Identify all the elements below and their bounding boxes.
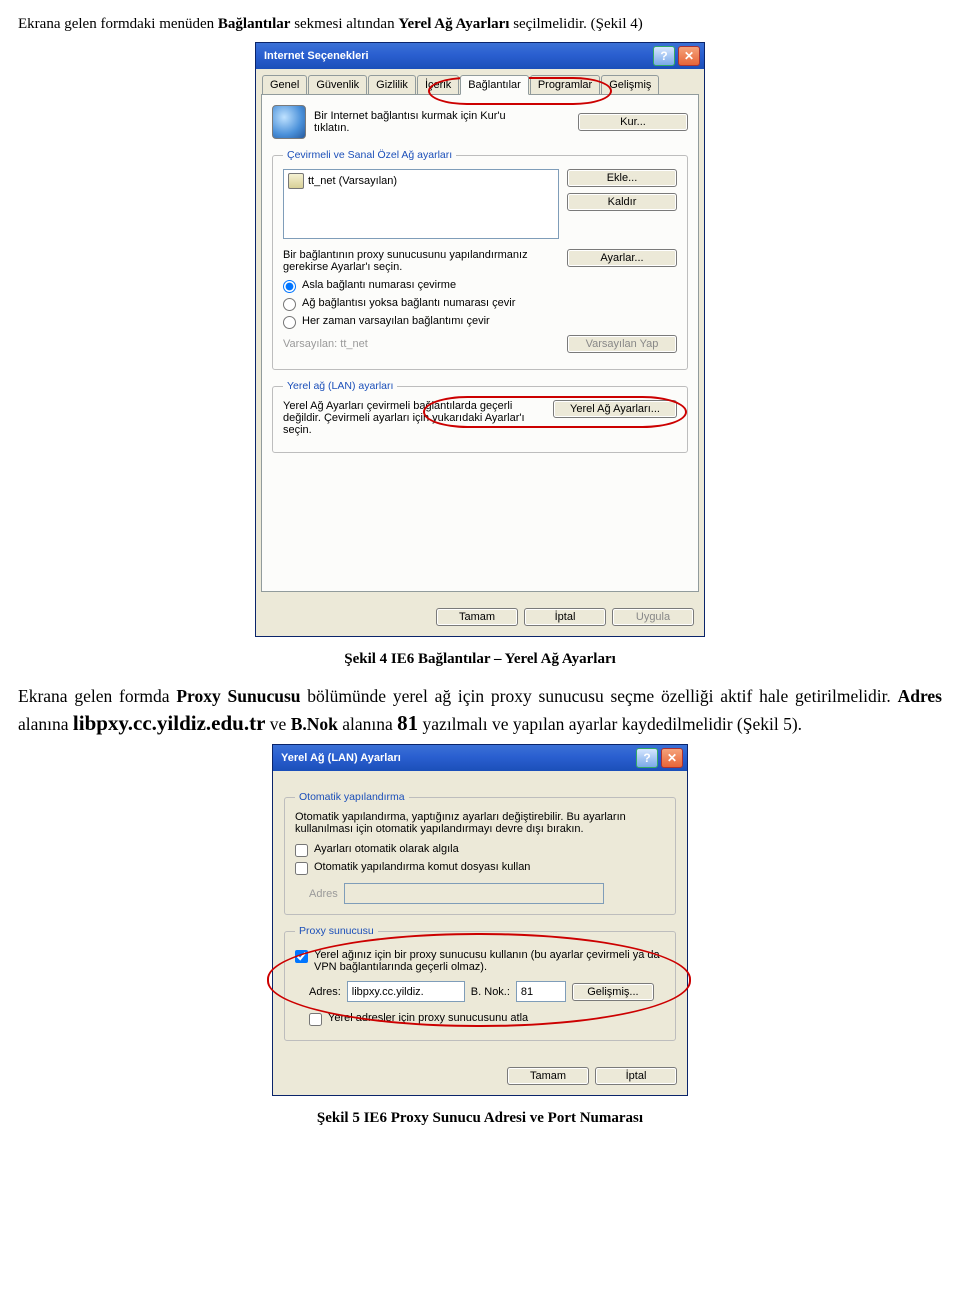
auto-note: Otomatik yapılandırma, yaptığınız ayarla… (295, 811, 665, 835)
set-default-button: Varsayılan Yap (567, 335, 677, 353)
group-auto-legend: Otomatik yapılandırma (295, 791, 409, 803)
tab-connections[interactable]: Bağlantılar (460, 75, 529, 95)
internet-options-dialog: Internet Seçenekleri ? ✕ Genel Güvenlik … (255, 42, 705, 637)
default-conn-label: Varsayılan: tt_net (283, 338, 368, 350)
lan-settings-dialog: Yerel Ağ (LAN) Ayarları ? ✕ Otomatik yap… (272, 744, 688, 1096)
paragraph-2: Ekrana gelen formda Proxy Sunucusu bölüm… (18, 684, 942, 738)
dialog-buttons: Tamam İptal Uygula (256, 598, 704, 636)
setup-text: Bir Internet bağlantısı kurmak için Kur'… (314, 110, 524, 134)
add-button[interactable]: Ekle... (567, 169, 677, 187)
cancel-button-2[interactable]: İptal (595, 1067, 677, 1085)
help-button[interactable]: ? (653, 46, 675, 66)
radio-dial-when-no-net-label: Ağ bağlantısı yoksa bağlantı numarası çe… (302, 297, 515, 309)
intro-paragraph: Ekrana gelen formdaki menüden Bağlantıla… (18, 14, 942, 34)
tab-general[interactable]: Genel (262, 75, 307, 95)
dialog2-title: Yerel Ağ (LAN) Ayarları (281, 752, 633, 764)
titlebar-2: Yerel Ağ (LAN) Ayarları ? ✕ (273, 745, 687, 771)
dialog2-buttons: Tamam İptal (273, 1057, 687, 1095)
group-proxy-server: Proxy sunucusu Yerel ağınız için bir pro… (284, 925, 676, 1041)
titlebar: Internet Seçenekleri ? ✕ (256, 43, 704, 69)
radio-dial-when-no-net[interactable] (283, 298, 296, 311)
help-button-2[interactable]: ? (636, 748, 658, 768)
chk-auto-detect[interactable] (295, 844, 308, 857)
lan-settings-button[interactable]: Yerel Ağ Ayarları... (553, 400, 677, 418)
proxy-address-input[interactable] (347, 981, 465, 1002)
chk-bypass-local[interactable] (309, 1013, 322, 1026)
group-lan: Yerel ağ (LAN) ayarları Yerel Ağ Ayarlar… (272, 380, 688, 453)
tabs: Genel Güvenlik Gizlilik İçerik Bağlantıl… (256, 69, 704, 95)
lan-note: Yerel Ağ Ayarları çevirmeli bağlantılard… (283, 400, 538, 436)
radio-always-dial[interactable] (283, 316, 296, 329)
figure4-caption: Şekil 4 IE6 Bağlantılar – Yerel Ağ Ayarl… (18, 651, 942, 668)
close-button[interactable]: ✕ (678, 46, 700, 66)
radio-never-dial-label: Asla bağlantı numarası çevirme (302, 279, 456, 291)
address-label-auto: Adres (309, 888, 338, 900)
group-dialup: Çevirmeli ve Sanal Özel Ağ ayarları tt_n… (272, 149, 688, 370)
figure5-caption: Şekil 5 IE6 Proxy Sunucu Adresi ve Port … (18, 1110, 942, 1127)
chk-auto-script[interactable] (295, 862, 308, 875)
apply-button: Uygula (612, 608, 694, 626)
ok-button[interactable]: Tamam (436, 608, 518, 626)
radio-never-dial[interactable] (283, 280, 296, 293)
setup-button[interactable]: Kur... (578, 113, 688, 131)
tab-programs[interactable]: Programlar (530, 75, 600, 95)
proxy-port-label: B. Nok.: (471, 986, 510, 998)
remove-button[interactable]: Kaldır (567, 193, 677, 211)
tab-advanced[interactable]: Gelişmiş (601, 75, 659, 95)
tab-panel: Bir Internet bağlantısı kurmak için Kur'… (261, 94, 699, 592)
proxy-port-input[interactable] (516, 981, 566, 1002)
chk-use-proxy-label: Yerel ağınız için bir proxy sunucusu kul… (314, 949, 665, 973)
proxy-address-label: Adres: (309, 986, 341, 998)
radio-always-dial-label: Her zaman varsayılan bağlantımı çevir (302, 315, 490, 327)
chk-auto-detect-label: Ayarları otomatik olarak algıla (314, 843, 459, 855)
proxy-note: Bir bağlantının proxy sunucusunu yapılan… (283, 249, 553, 273)
close-button-2[interactable]: ✕ (661, 748, 683, 768)
connection-icon (288, 173, 304, 189)
dialup-item[interactable]: tt_net (Varsayılan) (286, 172, 556, 190)
group-dialup-legend: Çevirmeli ve Sanal Özel Ağ ayarları (283, 149, 456, 161)
settings-button[interactable]: Ayarlar... (567, 249, 677, 267)
tab-security[interactable]: Güvenlik (308, 75, 367, 95)
chk-use-proxy[interactable] (295, 950, 308, 963)
group-auto-config: Otomatik yapılandırma Otomatik yapılandı… (284, 791, 676, 915)
cancel-button[interactable]: İptal (524, 608, 606, 626)
chk-auto-script-label: Otomatik yapılandırma komut dosyası kull… (314, 861, 530, 873)
ok-button-2[interactable]: Tamam (507, 1067, 589, 1085)
dialup-item-label: tt_net (Varsayılan) (308, 175, 397, 187)
chk-bypass-label: Yerel adresler için proxy sunucusunu atl… (328, 1012, 528, 1024)
tab-privacy[interactable]: Gizlilik (368, 75, 416, 95)
advanced-button[interactable]: Gelişmiş... (572, 983, 654, 1001)
auto-address-input (344, 883, 604, 904)
tab-content[interactable]: İçerik (417, 75, 459, 95)
group-lan-legend: Yerel ağ (LAN) ayarları (283, 380, 397, 392)
globe-icon (272, 105, 306, 139)
group-proxy-legend: Proxy sunucusu (295, 925, 378, 937)
dialup-listbox[interactable]: tt_net (Varsayılan) (283, 169, 559, 239)
dialog-title: Internet Seçenekleri (264, 50, 650, 62)
